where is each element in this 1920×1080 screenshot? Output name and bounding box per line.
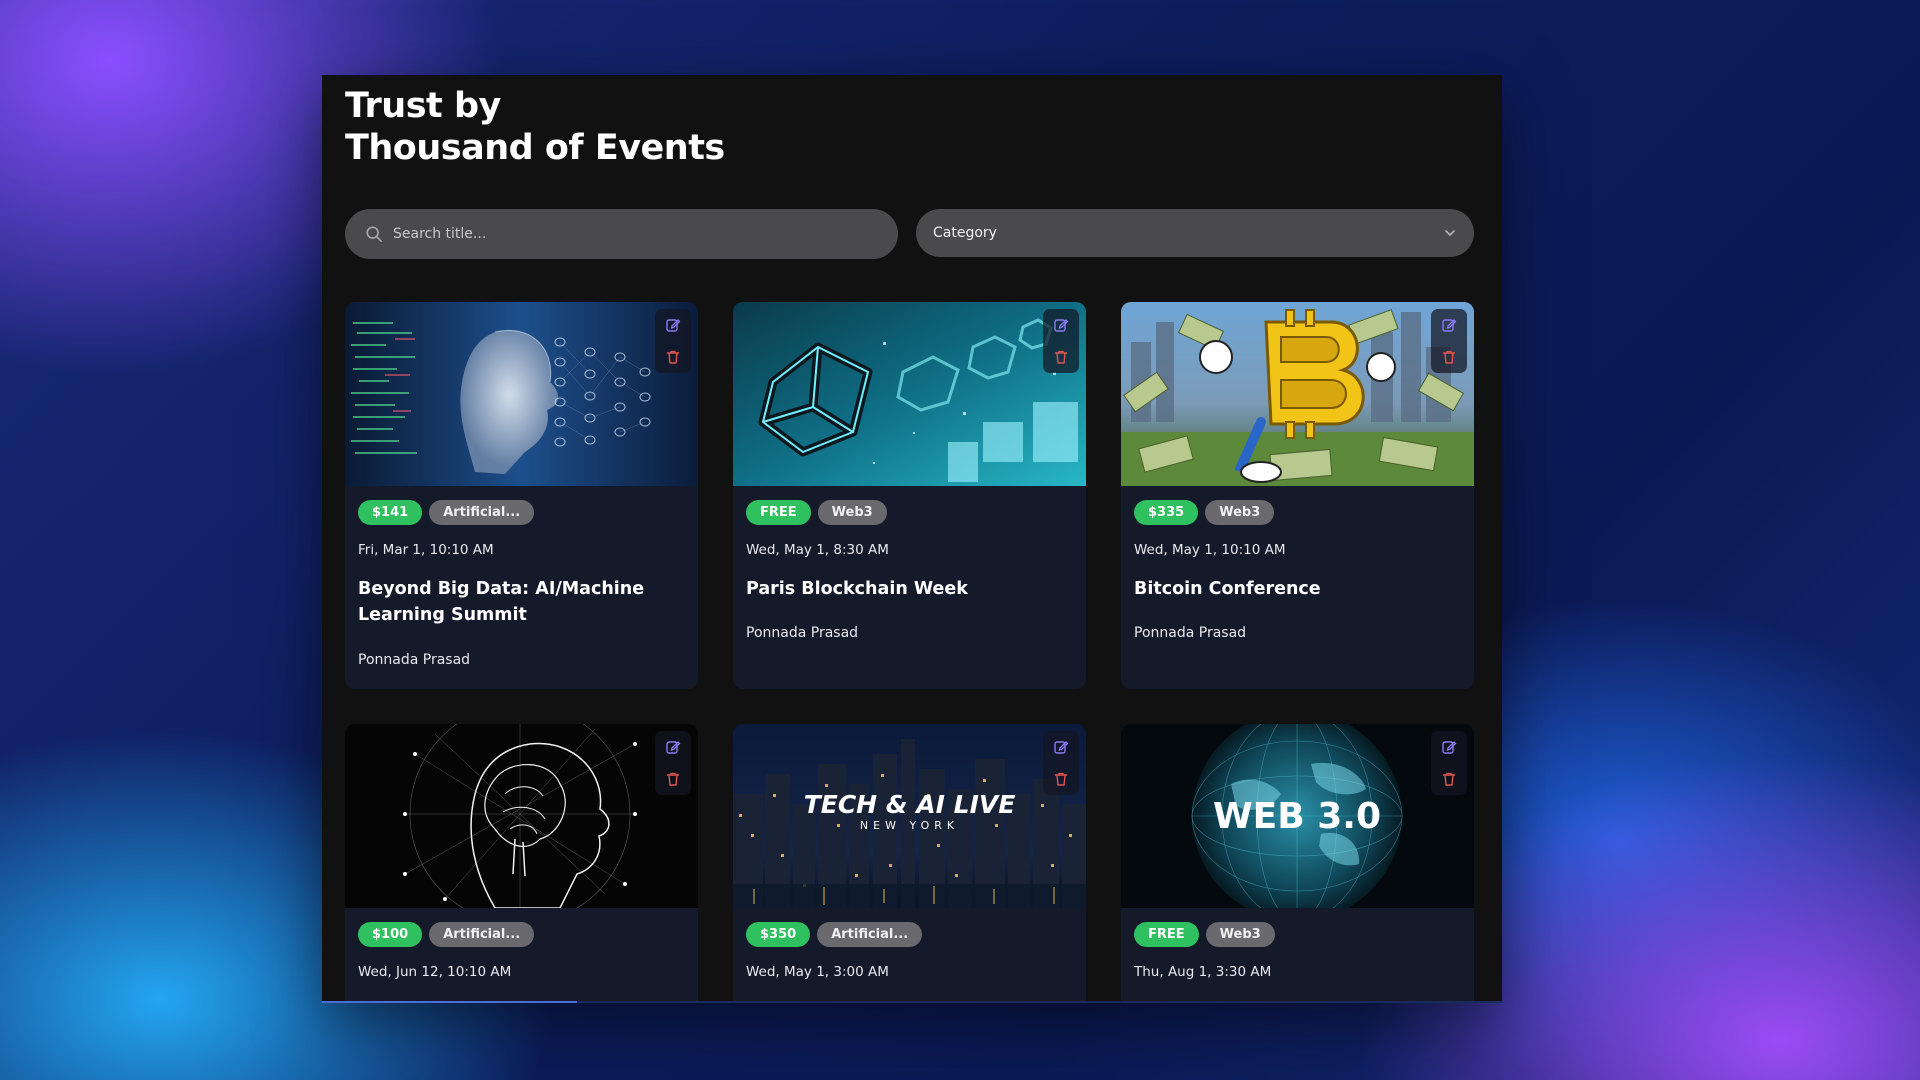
- event-title[interactable]: Beyond Big Data: AI/Machine Learning Sum…: [358, 576, 658, 628]
- delete-button[interactable]: [1052, 770, 1070, 788]
- event-card[interactable]: FREE Web3 Wed, May 1, 8:30 AM Paris Bloc…: [733, 302, 1086, 689]
- event-title[interactable]: Bitcoin Conference: [1134, 576, 1434, 602]
- category-badge: Artificial...: [817, 922, 923, 947]
- price-badge: FREE: [746, 500, 811, 525]
- price-badge: $100: [358, 922, 423, 947]
- search-bar[interactable]: [345, 209, 898, 259]
- edit-icon: [1054, 741, 1069, 754]
- card-actions: [655, 309, 691, 373]
- card-badges: FREE Web3: [746, 500, 887, 525]
- edit-icon: [666, 741, 681, 754]
- search-input[interactable]: [391, 225, 865, 243]
- event-image-ai-face: [345, 302, 698, 486]
- category-select[interactable]: Category: [916, 209, 1474, 257]
- delete-button[interactable]: [1440, 770, 1458, 788]
- event-date: Wed, Jun 12, 10:10 AM: [358, 964, 512, 980]
- category-badge: Web3: [1205, 922, 1275, 947]
- card-actions: [1043, 309, 1079, 373]
- scrollbar-thumb[interactable]: [322, 1001, 577, 1003]
- category-badge: Artificial...: [429, 500, 535, 525]
- event-organizer: Ponnada Prasad: [746, 625, 859, 641]
- category-badge: Web3: [817, 500, 887, 525]
- event-card[interactable]: $335 Web3 Wed, May 1, 10:10 AM Bitcoin C…: [1121, 302, 1474, 689]
- event-organizer: Ponnada Prasad: [358, 652, 471, 668]
- category-badge: Web3: [1205, 500, 1275, 525]
- event-image-web3: WEB 3.0: [1121, 724, 1474, 908]
- chevron-down-icon: [1445, 230, 1455, 236]
- card-actions: [655, 731, 691, 795]
- delete-button[interactable]: [1052, 348, 1070, 366]
- event-card[interactable]: TECH & AI LIVE NEW YORK $350 Artificial.…: [733, 724, 1086, 1003]
- event-card[interactable]: WEB 3.0 FREE Web3 Thu, Aug 1, 3:30 AM: [1121, 724, 1474, 1003]
- edit-button[interactable]: [1440, 738, 1458, 756]
- page-title-line2: Thousand of Events: [345, 128, 725, 168]
- event-date: Fri, Mar 1, 10:10 AM: [358, 542, 494, 558]
- price-badge: $141: [358, 500, 423, 525]
- event-image-tech-ai-live: TECH & AI LIVE NEW YORK: [733, 724, 1086, 908]
- trash-icon: [666, 772, 680, 786]
- horizontal-scrollbar[interactable]: [322, 1001, 1502, 1003]
- delete-button[interactable]: [1440, 348, 1458, 366]
- trash-icon: [1442, 772, 1456, 786]
- event-date: Thu, Aug 1, 3:30 AM: [1134, 964, 1272, 980]
- event-image-bitcoin: [1121, 302, 1474, 486]
- events-window: Trust by Thousand of Events Category: [322, 75, 1502, 1003]
- delete-button[interactable]: [664, 348, 682, 366]
- edit-icon: [666, 319, 681, 332]
- events-grid: $141 Artificial... Fri, Mar 1, 10:10 AM …: [345, 302, 1475, 1003]
- web3-image-text: WEB 3.0: [1213, 796, 1381, 837]
- event-title[interactable]: Paris Blockchain Week: [746, 576, 1046, 602]
- edit-icon: [1442, 319, 1457, 332]
- trash-icon: [1054, 350, 1068, 364]
- category-badge: Artificial...: [429, 922, 535, 947]
- category-select-label: Category: [933, 225, 997, 241]
- tech-ai-live-image-text: TECH & AI LIVE: [804, 790, 1016, 819]
- trash-icon: [1054, 772, 1068, 786]
- price-badge: $335: [1134, 500, 1199, 525]
- card-badges: $141 Artificial...: [358, 500, 535, 525]
- card-badges: $335 Web3: [1134, 500, 1275, 525]
- event-date: Wed, May 1, 8:30 AM: [746, 542, 889, 558]
- trash-icon: [666, 350, 680, 364]
- card-actions: [1431, 309, 1467, 373]
- edit-button[interactable]: [664, 738, 682, 756]
- page-title-line1: Trust by: [345, 86, 501, 126]
- event-date: Wed, May 1, 3:00 AM: [746, 964, 889, 980]
- event-date: Wed, May 1, 10:10 AM: [1134, 542, 1286, 558]
- trash-icon: [1442, 350, 1456, 364]
- event-organizer: Ponnada Prasad: [1134, 625, 1247, 641]
- event-image-ai-brain: [345, 724, 698, 908]
- edit-icon: [1054, 319, 1069, 332]
- event-image-blockchain: [733, 302, 1086, 486]
- card-badges: $350 Artificial...: [746, 922, 923, 947]
- new-york-image-text: NEW YORK: [860, 819, 959, 832]
- edit-button[interactable]: [1440, 316, 1458, 334]
- card-badges: FREE Web3: [1134, 922, 1275, 947]
- card-actions: [1431, 731, 1467, 795]
- edit-button[interactable]: [1052, 738, 1070, 756]
- delete-button[interactable]: [664, 770, 682, 788]
- event-card[interactable]: $100 Artificial... Wed, Jun 12, 10:10 AM: [345, 724, 698, 1003]
- edit-icon: [1442, 741, 1457, 754]
- card-badges: $100 Artificial...: [358, 922, 535, 947]
- price-badge: $350: [746, 922, 811, 947]
- card-actions: [1043, 731, 1079, 795]
- edit-button[interactable]: [1052, 316, 1070, 334]
- page-title: Trust by Thousand of Events: [345, 85, 725, 169]
- search-icon: [366, 226, 383, 243]
- edit-button[interactable]: [664, 316, 682, 334]
- price-badge: FREE: [1134, 922, 1199, 947]
- event-card[interactable]: $141 Artificial... Fri, Mar 1, 10:10 AM …: [345, 302, 698, 689]
